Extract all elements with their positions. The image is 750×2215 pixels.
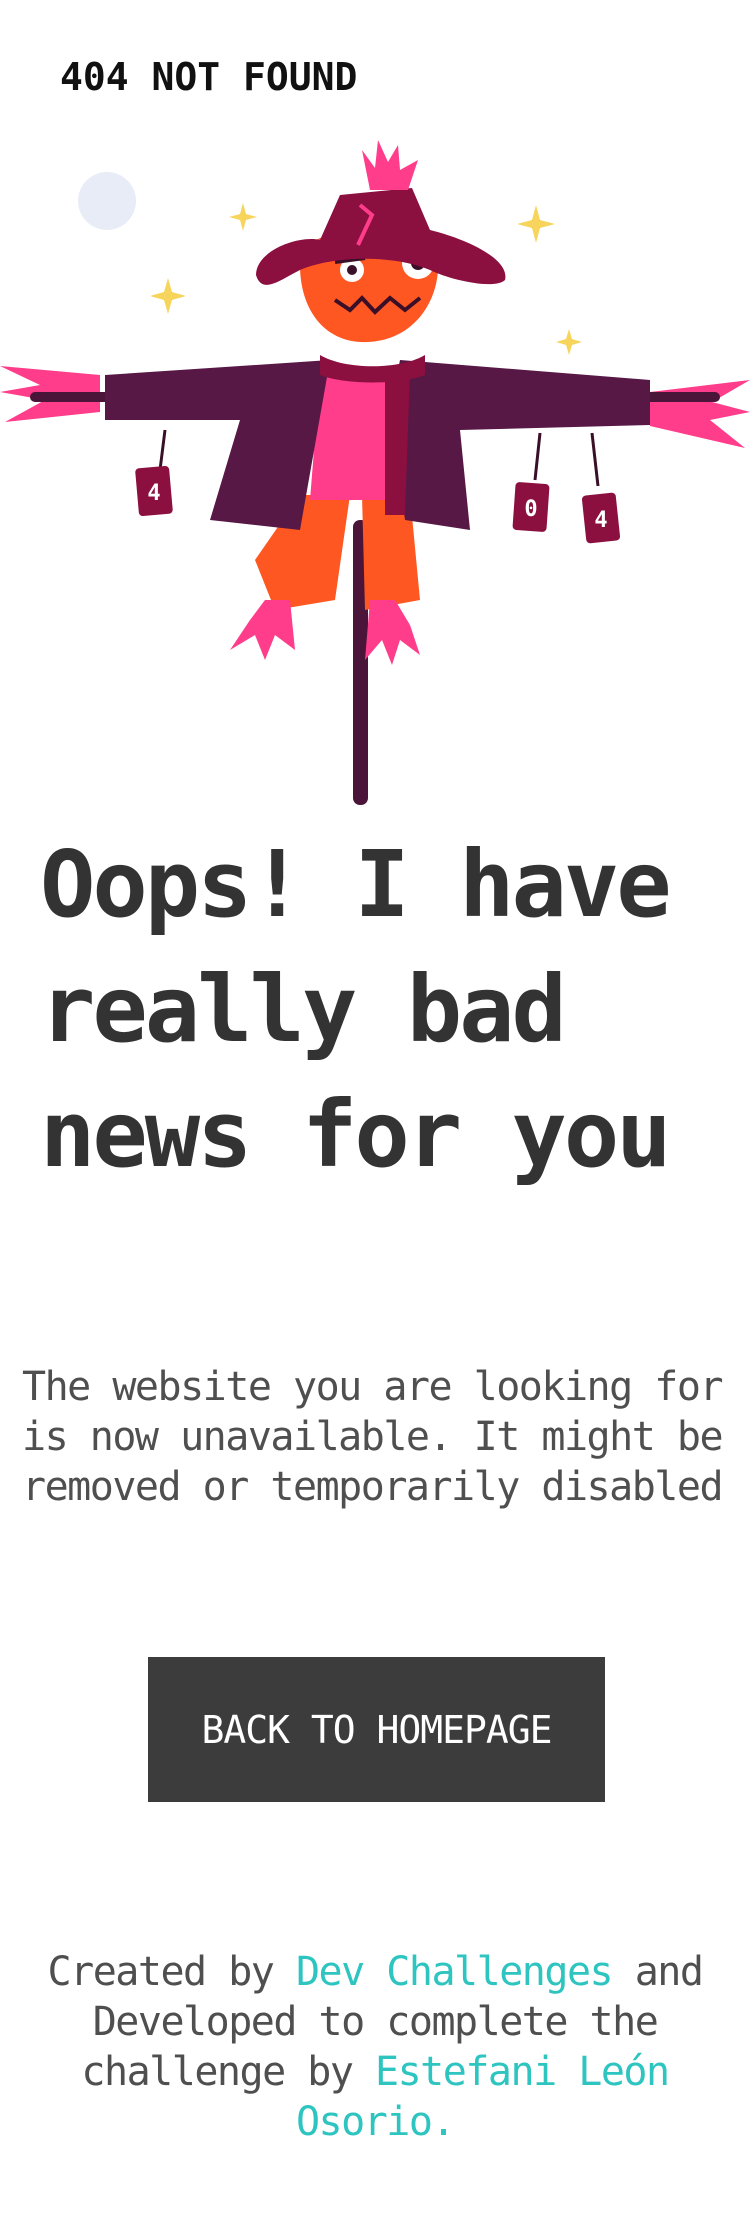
- page-header-title: 404 NOT FOUND: [60, 55, 358, 99]
- back-to-homepage-button[interactable]: BACK TO HOMEPAGE: [148, 1657, 605, 1802]
- moon-icon: [78, 172, 136, 230]
- footer-created-by: Created by: [47, 1949, 275, 1995]
- error-headline: Oops! I have really bad news for you: [40, 831, 672, 1188]
- can-right-label: 4: [594, 508, 607, 533]
- scarecrow-illustration: 4 0 4: [0, 140, 750, 805]
- author-link[interactable]: Estefani León Osorio.: [296, 2049, 670, 2145]
- error-message: The website you are looking for is now u…: [22, 1364, 724, 1510]
- dev-challenges-link[interactable]: Dev Challenges: [296, 1949, 614, 1995]
- footer-credits: Created by Dev Challenges and Developed …: [20, 1947, 730, 2147]
- right-hand-straw: [650, 380, 750, 448]
- can-middle-label: 0: [524, 497, 537, 522]
- can-left-label: 4: [147, 481, 160, 506]
